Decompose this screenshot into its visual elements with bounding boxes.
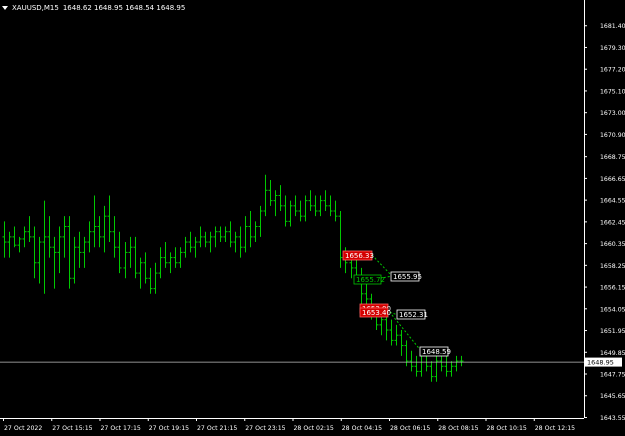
- time-tick-label: 28 Oct 06:15: [390, 425, 430, 432]
- trade-label-text: 1656.33: [345, 252, 374, 260]
- price-tick-label: 1660.35: [600, 241, 625, 248]
- time-tick-label: 27 Oct 21:15: [197, 425, 237, 432]
- time-tick-label: 27 Oct 15:15: [52, 425, 92, 432]
- time-tick-label: 27 Oct 17:15: [101, 425, 141, 432]
- time-tick-label: 27 Oct 19:15: [149, 425, 189, 432]
- trade-connector-line: [371, 254, 393, 277]
- trade-label-text: 1652.31: [399, 311, 428, 319]
- price-tick-label: 1647.75: [600, 372, 625, 379]
- price-tick-label: 1645.65: [600, 393, 625, 400]
- trade-label-text: 1653.40: [362, 309, 391, 317]
- time-tick-label: 28 Oct 04:15: [342, 425, 382, 432]
- price-tick-label: 1670.90: [600, 132, 625, 139]
- price-tick-label: 1649.85: [600, 350, 625, 357]
- price-tick-label: 1675.10: [600, 88, 625, 95]
- current-price-tag-label: 1648.95: [587, 359, 614, 367]
- time-tick-label: 28 Oct 10:15: [487, 425, 527, 432]
- price-tick-label: 1668.75: [600, 154, 625, 161]
- price-chart[interactable]: 1681.40 1679.30 1677.20 1675.10 1673.00 1670.…: [0, 0, 625, 436]
- price-tick-label: 1679.30: [600, 45, 625, 52]
- price-tick-label: 1651.95: [600, 328, 625, 335]
- price-tick-label: 1681.40: [600, 23, 625, 30]
- price-tick-label: 1658.25: [600, 263, 625, 270]
- trade-label-text: 1655.95: [393, 273, 422, 281]
- trade-label-text: 1655.72: [356, 276, 385, 284]
- price-tick-label: 1656.15: [600, 285, 625, 292]
- price-tick-label: 1643.55: [600, 415, 625, 422]
- chart-window[interactable]: XAUUSD,M15 1648.62 1648.95 1648.54 1648.…: [0, 0, 625, 436]
- price-tick-label: 1673.00: [600, 110, 625, 117]
- time-tick-label: 27 Oct 2022: [4, 425, 42, 432]
- time-tick-label: 28 Oct 02:15: [294, 425, 334, 432]
- time-tick-label: 27 Oct 23:15: [245, 425, 285, 432]
- time-tick-label: 28 Oct 12:15: [535, 425, 575, 432]
- time-tick-label: 28 Oct 08:15: [438, 425, 478, 432]
- trade-label-text: 1648.59: [422, 348, 451, 356]
- price-tick-label: 1677.20: [600, 67, 625, 74]
- price-tick-label: 1654.05: [600, 306, 625, 313]
- price-tick-label: 1662.45: [600, 219, 625, 226]
- price-tick-label: 1666.65: [600, 176, 625, 183]
- price-tick-label: 1664.55: [600, 198, 625, 205]
